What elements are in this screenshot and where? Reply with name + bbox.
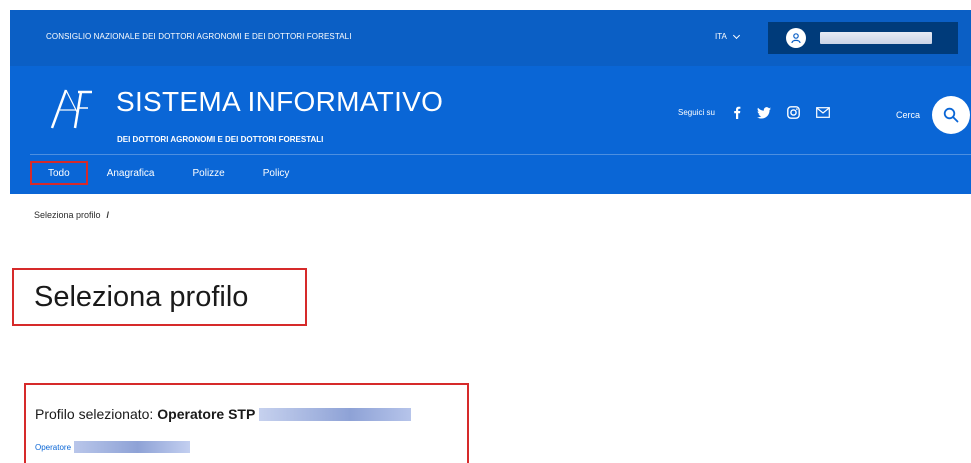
site-title[interactable]: SISTEMA INFORMATIVO — [116, 86, 443, 118]
nav-item-anagrafica[interactable]: Anagrafica — [88, 161, 174, 185]
nav-divider — [30, 154, 971, 155]
breadcrumb-separator: / — [106, 210, 110, 220]
redacted-profile-name — [259, 407, 412, 421]
mail-icon[interactable] — [816, 107, 830, 118]
nav-item-polizze[interactable]: Polizze — [174, 161, 244, 185]
nav-item-policy[interactable]: Policy — [244, 161, 309, 185]
selected-profile-value: Operatore STP — [157, 406, 256, 422]
user-menu-button[interactable] — [768, 22, 958, 54]
instagram-icon[interactable] — [787, 106, 800, 119]
twitter-icon[interactable] — [756, 106, 771, 119]
nav-item-todo[interactable]: Todo — [30, 161, 88, 185]
selected-profile-line: Profilo selezionato: Operatore STP — [35, 406, 412, 422]
operator-link[interactable]: Operatore — [35, 443, 71, 452]
breadcrumb-item[interactable]: Seleziona profilo — [34, 210, 101, 220]
search-icon — [943, 107, 959, 123]
site-header: SISTEMA INFORMATIVO DEI DOTTORI AGRONOMI… — [10, 66, 971, 194]
selected-profile-label: Profilo selezionato: — [35, 406, 154, 422]
redacted-operator-name — [74, 441, 191, 453]
breadcrumb: Seleziona profilo / — [34, 210, 109, 220]
language-selector[interactable]: ITA — [715, 31, 740, 41]
site-subtitle: DEI DOTTORI AGRONOMI E DEI DOTTORI FORES… — [117, 135, 324, 144]
social-follow: Seguici su — [678, 106, 830, 119]
search-control[interactable]: Cerca — [896, 96, 971, 134]
org-name: CONSIGLIO NAZIONALE DEI DOTTORI AGRONOMI… — [46, 32, 352, 41]
search-button[interactable] — [932, 96, 971, 134]
selected-profile-panel: Profilo selezionato: Operatore STP Opera… — [24, 383, 469, 463]
follow-label: Seguici su — [678, 108, 715, 117]
page-title: Seleziona profilo — [34, 280, 249, 313]
chevron-down-icon — [732, 31, 740, 39]
search-label: Cerca — [896, 110, 921, 120]
operator-link-line[interactable]: Operatore — [35, 441, 191, 453]
main-nav: Todo Anagrafica Polizze Policy — [30, 160, 308, 186]
page-title-box: Seleziona profilo — [12, 268, 307, 326]
facebook-icon[interactable] — [733, 106, 741, 119]
user-icon — [786, 28, 806, 48]
top-bar: CONSIGLIO NAZIONALE DEI DOTTORI AGRONOMI… — [10, 10, 971, 66]
redacted-username — [820, 32, 932, 44]
language-label: ITA — [715, 32, 727, 41]
logo-icon[interactable] — [48, 84, 94, 132]
